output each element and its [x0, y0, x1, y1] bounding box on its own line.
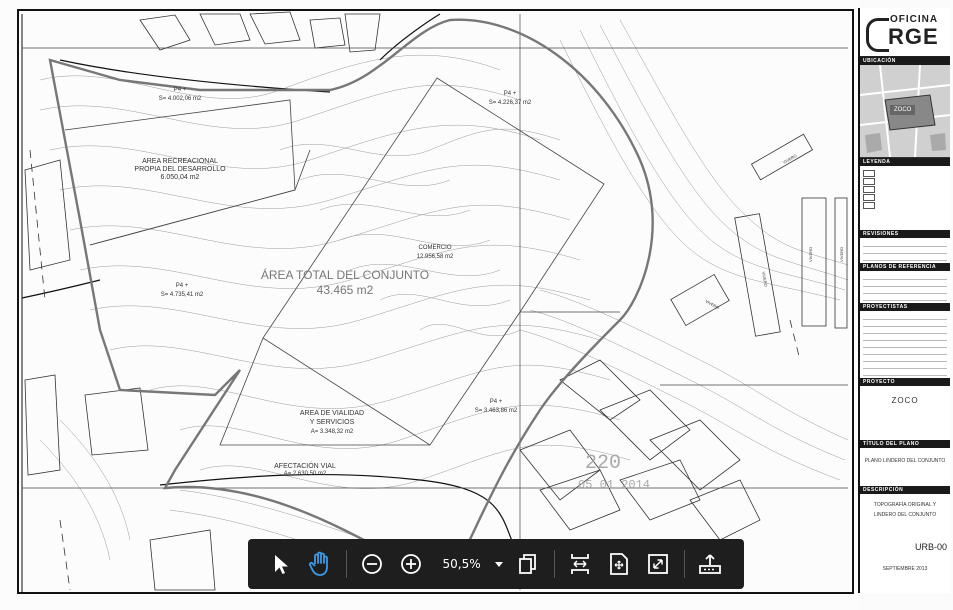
vivero-label: VIVERO [808, 247, 813, 262]
logo-mark [866, 18, 889, 52]
description-line: LINDERO DEL CONJUNTO [873, 512, 937, 518]
toolbar-separator [345, 550, 347, 578]
brand-name: RGE [888, 24, 939, 49]
parcel-area: S= 4.226,37 m2 [488, 100, 532, 106]
reference-table [860, 271, 950, 303]
fit-width-button[interactable] [561, 545, 599, 583]
title-block: OFICINA RGE UBICACIÓN ZOCO LEYENDA REVIS… [858, 8, 950, 593]
plan-title-header: TÍTULO DEL PLANO [860, 440, 950, 448]
select-tool-button[interactable] [262, 545, 300, 583]
zoom-in-icon [400, 553, 422, 575]
roads-area: A= 3.348,32 m2 [310, 429, 354, 435]
viewer-toolbar: 50,5% [248, 539, 744, 589]
stamp-date: 05 01 2014 [578, 478, 650, 492]
roads-label: AREA DE VIALIDAD [299, 410, 365, 417]
designers-table [860, 311, 950, 378]
drawing-sheet: 220 05 01 2014 VIVERO VIVERO VIVERO VIVE… [0, 0, 953, 610]
fit-page-icon [609, 552, 629, 576]
affectation-area: A= 2.630,50 m2 [283, 471, 327, 477]
parcel-area: S= 4.002,06 m2 [158, 96, 202, 102]
location-header: UBICACIÓN [860, 57, 950, 65]
fit-page-button[interactable] [600, 545, 638, 583]
description-line: TOPOGRAFÍA ORIGINAL Y [873, 502, 937, 508]
total-area-title: ÁREA TOTAL DEL CONJUNTO [260, 268, 430, 282]
parcel-label: P4 + [489, 399, 503, 405]
legend [860, 166, 950, 230]
legend-header: LEYENDA [860, 158, 950, 166]
parcel-area: S= 4.735,41 m2 [160, 292, 204, 298]
export-button[interactable] [691, 545, 729, 583]
toolbar-separator [683, 550, 685, 578]
zoom-in-button[interactable] [392, 545, 430, 583]
plan-title: PLANO LINDERO DEL CONJUNTO [864, 458, 946, 464]
cursor-arrow-icon [272, 553, 290, 575]
parcel-area: S= 3.463,86 m2 [474, 408, 518, 414]
plan-date: SEPTIEMBRE 2013 [882, 566, 928, 572]
hand-icon [308, 551, 332, 577]
zoom-level-dropdown[interactable]: 50,5% [431, 545, 509, 583]
hand-tool-button[interactable] [301, 545, 339, 583]
location-marker-label: ZOCO [890, 105, 916, 115]
pages-icon [518, 553, 538, 575]
project-name: ZOCO [891, 396, 919, 405]
zoom-out-icon [361, 553, 383, 575]
location-map: ZOCO [860, 65, 950, 158]
office-logo: OFICINA RGE [860, 8, 950, 57]
expand-icon [647, 553, 669, 575]
fit-width-icon [569, 552, 591, 576]
fullscreen-button[interactable] [639, 545, 677, 583]
commerce-label: COMERCIO [418, 245, 452, 251]
designers-header: PROYECTISTAS [860, 303, 950, 311]
revisions-table [860, 238, 950, 263]
page-view-button[interactable] [509, 545, 547, 583]
commerce-area: 12.956,58 m2 [416, 254, 454, 260]
revisions-header: REVISIONES [860, 230, 950, 238]
description-header: DESCRIPCIÓN [860, 486, 950, 494]
reference-header: PLANOS DE REFERENCIA [860, 263, 950, 271]
recreational-area: 6.050,04 m2 [160, 174, 200, 181]
total-area-value: 43.465 m2 [316, 283, 374, 297]
chevron-down-icon [494, 561, 503, 567]
upload-tray-icon [698, 553, 722, 575]
sheet-code: URB-00 [914, 542, 947, 552]
toolbar-separator [553, 550, 555, 578]
vivero-label: VIVERO [839, 247, 844, 262]
zoom-level-value: 50,5% [442, 557, 481, 571]
roads-label: Y SERVICIOS [309, 419, 355, 426]
parcel-label: P4 + [503, 91, 517, 97]
site-plan-drawing: 220 05 01 2014 VIVERO VIVERO VIVERO VIVE… [0, 0, 858, 610]
stamp-number: 220 [585, 452, 621, 475]
parcel-label: P4 + [175, 283, 189, 289]
zoom-out-button[interactable] [353, 545, 391, 583]
parcel-label: P4 + [173, 87, 187, 93]
project-header: PROYECTO [860, 378, 950, 386]
